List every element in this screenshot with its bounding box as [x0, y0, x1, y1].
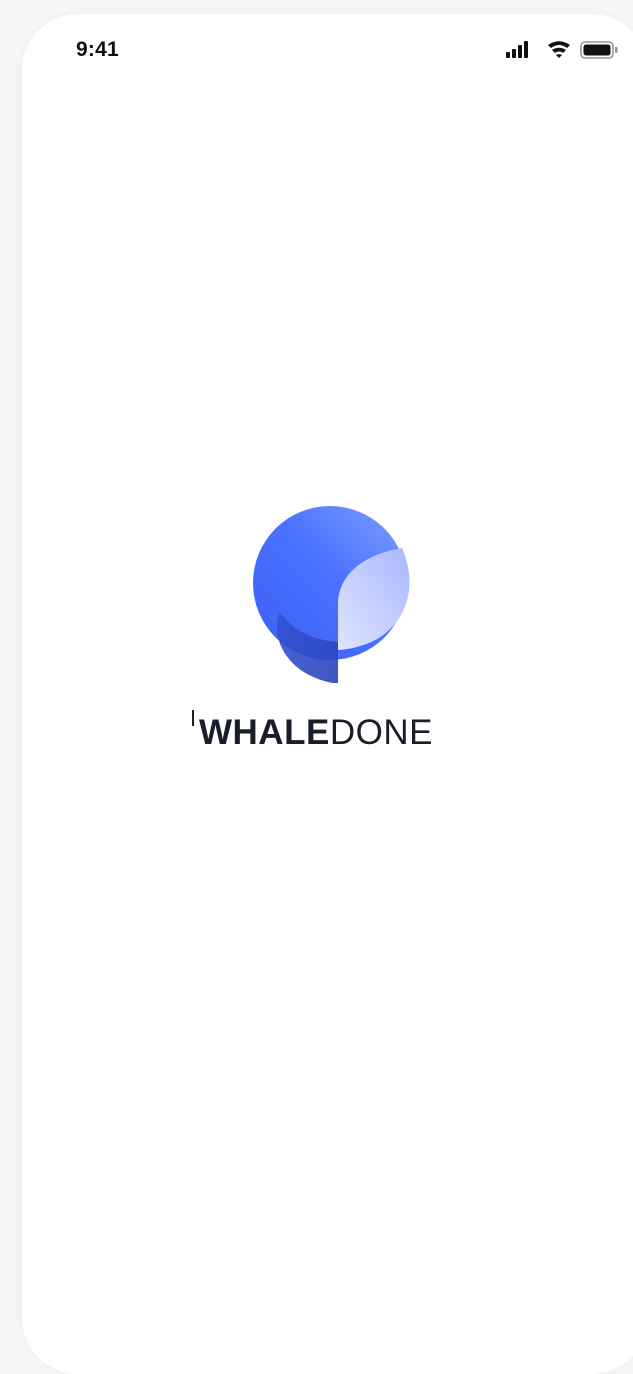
- wordmark-tick: [192, 710, 194, 726]
- battery-icon: [580, 41, 618, 59]
- wifi-icon: [548, 41, 570, 58]
- wordmark-light: DONE: [329, 713, 433, 752]
- status-time: 9:41: [76, 38, 119, 61]
- wordmark-bold: WHALE: [199, 713, 330, 752]
- whaledone-logo-icon: [252, 506, 412, 684]
- wordmark: WHALEDONE: [192, 710, 433, 752]
- status-icons: [506, 41, 621, 59]
- phone-screen: 9:41 WHALEDONE: [22, 14, 633, 1374]
- status-bar: 9:41: [22, 14, 633, 84]
- signal-icon: [506, 41, 528, 58]
